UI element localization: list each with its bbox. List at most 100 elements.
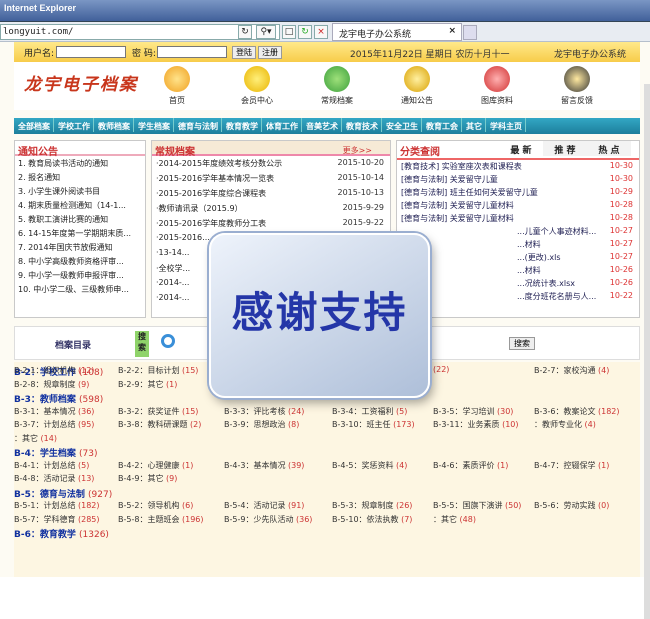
new-tab-button[interactable] [463, 25, 477, 40]
list-item[interactable]: ...况统计表.xlsx 10-26 [397, 277, 639, 290]
menu-item[interactable]: 音美艺术 [302, 118, 342, 132]
list-item[interactable]: [德育与法制] 班主任如何关爱留守儿童 10-29 [397, 186, 639, 199]
list-item[interactable]: 10. 中小学二级、三级教师申... [15, 282, 145, 296]
catalog-heading[interactable]: B-4：学生档案 (73) [14, 446, 97, 459]
compat-icon[interactable]: ↻ [238, 25, 252, 39]
catalog-item[interactable]: B-2-8：规章制度 (9) [14, 379, 89, 390]
list-item[interactable]: ·教师请讯录（2015.9） 2015-9-29 [152, 201, 390, 216]
list-item[interactable]: 1. 教育局读书活动的通知 [15, 156, 145, 170]
catalog-item[interactable]: B-4-6：素质评价 (1) [433, 460, 508, 471]
catalog-item[interactable]: ：其它 (14) [14, 433, 57, 444]
list-item[interactable]: 6. 14-15年度第一学期期末质... [15, 226, 145, 240]
list-item[interactable]: 2. 报名通知 [15, 170, 145, 184]
list-item[interactable]: ...材料 10-26 [397, 264, 639, 277]
list-item[interactable]: ·2015-2016学年度教师分工表 2015-9-22 [152, 216, 390, 231]
catalog-item[interactable]: B-3-1：基本情况 (36) [14, 406, 94, 417]
scrollbar[interactable] [644, 84, 650, 619]
nav-archive[interactable]: 常规档案 [312, 66, 362, 106]
tab-recommend[interactable]: 推 荐 [543, 141, 587, 156]
catalog-item[interactable]: B-3-8：教科研课题 (2) [118, 419, 201, 430]
list-item[interactable]: [德育与法制] 关爱留守儿童材料 10-28 [397, 199, 639, 212]
menu-item[interactable]: 体育工作 [262, 118, 302, 132]
list-item[interactable]: 8. 中小学高级教师资格评审... [15, 254, 145, 268]
catalog-item[interactable]: B-5-10：依法执教 (7) [332, 514, 412, 525]
catalog-item[interactable]: B-5-4：活动记录 (91) [224, 500, 304, 511]
catalog-item[interactable]: ：其它 (48) [433, 514, 476, 525]
list-item[interactable]: [德育与法制] 关爱留守儿童材料 10-28 [397, 212, 639, 225]
catalog-item[interactable]: B-4-9：其它 (9) [118, 473, 177, 484]
catalog-item[interactable]: B-4-7：控辍保学 (1) [534, 460, 609, 471]
list-item[interactable]: ...材料 10-27 [397, 238, 639, 251]
menu-item[interactable]: 教育技术 [342, 118, 382, 132]
catalog-item[interactable]: ：教师专业化 (4) [534, 419, 596, 430]
catalog-item[interactable]: B-3-5：学习培训 (30) [433, 406, 513, 417]
browser-tab[interactable]: 龙宇电子办公系统 × [332, 23, 462, 41]
catalog-item[interactable]: B-3-4：工资福利 (5) [332, 406, 407, 417]
menu-item[interactable]: 安全卫生 [382, 118, 422, 132]
tab-latest[interactable]: 最 新 [499, 141, 543, 156]
catalog-item[interactable]: B-4-3：基本情况 (39) [224, 460, 304, 471]
menu-item[interactable]: 学科主页 [486, 118, 526, 132]
catalog-item[interactable]: B-4-1：计划总结 (5) [14, 460, 89, 471]
list-item[interactable]: 5. 教职工演讲比赛的通知 [15, 212, 145, 226]
menu-item[interactable]: 学生档案 [134, 118, 174, 132]
list-item[interactable]: 3. 小学生课外阅读书目 [15, 184, 145, 198]
list-item[interactable]: [教育技术] 实验室座次表和课程表 10-30 [397, 160, 639, 173]
catalog-item[interactable]: B-3-3：评比考核 (24) [224, 406, 304, 417]
search-dropdown-icon[interactable]: ⚲▾ [256, 25, 276, 39]
catalog-item[interactable]: B-5-5：国旗下演讲 (50) [433, 500, 521, 511]
catalog-item[interactable]: B-5-6：劳动实践 (0) [534, 500, 609, 511]
menu-item[interactable]: 学校工作 [54, 118, 94, 132]
register-button[interactable]: 注册 [258, 46, 282, 59]
catalog-item[interactable]: B-3-10：班主任 (173) [332, 419, 415, 430]
password-input[interactable] [157, 46, 227, 58]
menu-item[interactable]: 其它 [462, 118, 486, 132]
catalog-item[interactable]: B-3-9：思想政治 (8) [224, 419, 299, 430]
catalog-item[interactable]: B-5-7：学科德育 (285) [14, 514, 100, 525]
menu-item[interactable]: 全部档案 [14, 118, 54, 132]
catalog-item[interactable]: B-3-11：业务素质 (10) [433, 419, 519, 430]
catalog-item[interactable]: B-4-8：活动记录 (13) [14, 473, 94, 484]
catalog-heading[interactable]: B-5：德育与法制 (927) [14, 487, 112, 500]
catalog-item[interactable]: B-2-1：组织机构 (12) [14, 365, 94, 376]
login-button[interactable]: 登陆 [232, 46, 256, 59]
magnifier-icon[interactable] [161, 334, 175, 348]
list-item[interactable]: 4. 期末质量检测通知（14-1... [15, 198, 145, 212]
catalog-item[interactable]: B-3-2：获奖证件 (15) [118, 406, 198, 417]
catalog-item[interactable]: B-3-6：教案论文 (182) [534, 406, 620, 417]
nav-notice[interactable]: 通知公告 [392, 66, 442, 106]
catalog-item[interactable]: B-3-7：计划总结 (95) [14, 419, 94, 430]
catalog-item[interactable]: B-2-9：其它 (1) [118, 379, 177, 390]
list-item[interactable]: ·2014-2015年度绩效考核分数公示 2015-10-20 [152, 156, 390, 171]
username-input[interactable] [56, 46, 126, 58]
catalog-item[interactable]: B-4-5：奖惩资料 (4) [332, 460, 407, 471]
catalog-heading[interactable]: B-6：教育教学 (1326) [14, 527, 109, 540]
catalog-heading[interactable]: B-3：教师档案 (598) [14, 392, 103, 405]
search-button[interactable]: 搜索 [509, 337, 535, 350]
nav-home[interactable]: 首页 [152, 66, 202, 106]
list-item[interactable]: 7. 2014年国庆节放假通知 [15, 240, 145, 254]
catalog-item[interactable]: B-2-2：目标计划 (15) [118, 365, 198, 376]
catalog-item[interactable]: B-4-2：心理健康 (1) [118, 460, 193, 471]
catalog-item[interactable]: (22) [433, 365, 449, 374]
menu-item[interactable]: 教育工会 [422, 118, 462, 132]
catalog-item[interactable]: B-5-3：规章制度 (26) [332, 500, 412, 511]
menu-item[interactable]: 教师档案 [94, 118, 134, 132]
catalog-item[interactable]: B-5-9：少先队活动 (36) [224, 514, 312, 525]
nav-member[interactable]: 会员中心 [232, 66, 282, 106]
nav-gallery[interactable]: 图库资料 [472, 66, 522, 106]
catalog-item[interactable]: B-5-2：领导机构 (6) [118, 500, 193, 511]
list-item[interactable]: [德育与法制] 关爱留守儿童 10-30 [397, 173, 639, 186]
list-item[interactable]: ...儿童个人事迹材料... 10-27 [397, 225, 639, 238]
tab-hot[interactable]: 热 点 [587, 141, 631, 156]
site-logo[interactable]: 龙宇电子档案 [24, 70, 138, 95]
catalog-item[interactable]: B-2-7：家校沟通 (4) [534, 365, 609, 376]
stop-icon[interactable]: × [314, 25, 328, 39]
list-item[interactable]: ·2015-2016学年度综合课程表 2015-10-13 [152, 186, 390, 201]
refresh-icon[interactable]: ↻ [298, 25, 312, 39]
catalog-item[interactable]: B-5-8：主题班会 (196) [118, 514, 204, 525]
menu-item[interactable]: 教育教学 [222, 118, 262, 132]
nav-feedback[interactable]: 留言反馈 [552, 66, 602, 106]
list-item[interactable]: 9. 中小学一级教师申报评审... [15, 268, 145, 282]
list-item[interactable]: ...度分班花名册与人... 10-22 [397, 290, 639, 303]
